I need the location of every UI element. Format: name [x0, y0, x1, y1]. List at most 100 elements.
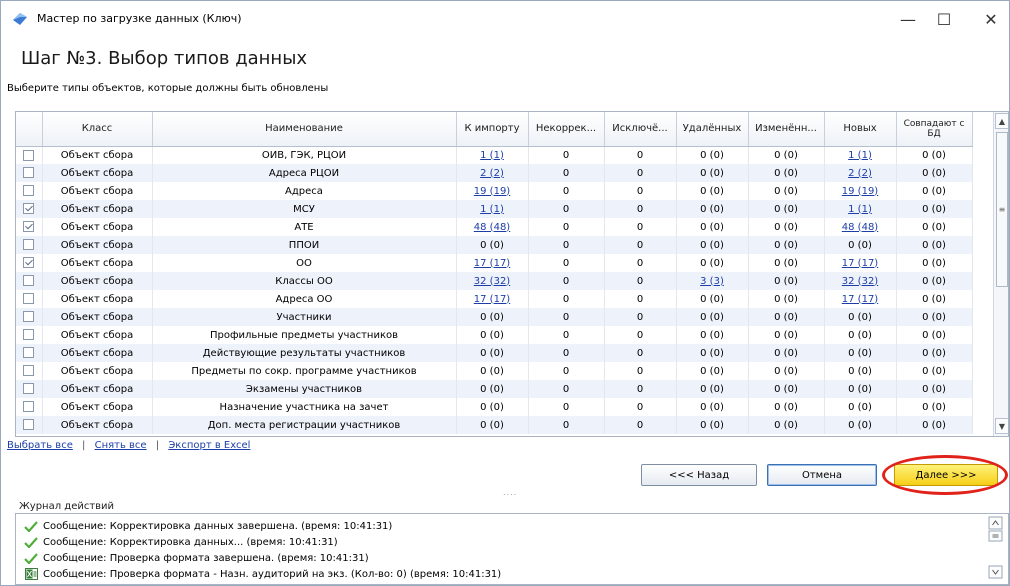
- column-header-match[interactable]: Совпадают с БД: [896, 112, 973, 147]
- cell-new[interactable]: 19 (19): [824, 182, 897, 200]
- cell-import-link[interactable]: 1 (1): [480, 204, 504, 215]
- row-checkbox-cell[interactable]: [16, 344, 43, 362]
- scroll-up-icon[interactable]: ▲: [995, 113, 1008, 129]
- cell-import[interactable]: 32 (32): [456, 272, 529, 290]
- cell-new[interactable]: 17 (17): [824, 254, 897, 272]
- row-checkbox-cell[interactable]: [16, 362, 43, 380]
- cell-import-link[interactable]: 48 (48): [474, 222, 510, 233]
- cell-import[interactable]: 48 (48): [456, 218, 529, 236]
- cell-new[interactable]: 2 (2): [824, 164, 897, 182]
- panel-splitter[interactable]: ....: [503, 488, 517, 497]
- row-checkbox-cell[interactable]: [16, 272, 43, 290]
- row-checkbox[interactable]: [23, 239, 35, 251]
- cell-new[interactable]: 32 (32): [824, 272, 897, 290]
- cell-new[interactable]: 1 (1): [824, 200, 897, 218]
- cell-new-link[interactable]: 2 (2): [848, 168, 872, 179]
- row-checkbox[interactable]: [23, 365, 35, 377]
- cell-import[interactable]: 1 (1): [456, 200, 529, 218]
- column-header-name[interactable]: Наименование: [152, 112, 457, 147]
- cell-deleted-link[interactable]: 3 (3): [700, 276, 724, 287]
- row-checkbox[interactable]: [23, 167, 35, 179]
- cell-deleted[interactable]: 3 (3): [676, 272, 749, 290]
- cell-new-link[interactable]: 1 (1): [848, 204, 872, 215]
- column-header-import[interactable]: К импорту: [456, 112, 529, 147]
- row-checkbox[interactable]: [23, 257, 35, 269]
- row-checkbox-cell[interactable]: [16, 218, 43, 236]
- cell-new-link[interactable]: 48 (48): [842, 222, 878, 233]
- row-checkbox[interactable]: [23, 275, 35, 287]
- column-header-class[interactable]: Класс: [42, 112, 153, 147]
- row-checkbox[interactable]: [23, 221, 35, 233]
- table-row[interactable]: Объект сбора Назначение участника на заче…: [16, 398, 973, 416]
- row-checkbox[interactable]: [23, 401, 35, 413]
- cell-new-link[interactable]: 19 (19): [842, 186, 878, 197]
- row-checkbox[interactable]: [23, 329, 35, 341]
- cell-import-link[interactable]: 17 (17): [474, 258, 510, 269]
- row-checkbox[interactable]: [23, 293, 35, 305]
- table-row[interactable]: Объект сбора ОИВ, ГЭК, РЦОИ 1 (1) 0 0 0 (0) 0 …: [16, 146, 973, 164]
- table-row[interactable]: Объект сбора Действующие результаты участ…: [16, 344, 973, 362]
- cell-import[interactable]: 17 (17): [456, 290, 529, 308]
- row-checkbox[interactable]: [23, 347, 35, 359]
- table-row[interactable]: Объект сбора Участники 0 (0) 0 0 0 (0) 0 (0) 0 …: [16, 308, 973, 326]
- cell-import[interactable]: 19 (19): [456, 182, 529, 200]
- column-header-changed[interactable]: Изменённ...: [748, 112, 825, 147]
- column-header-new[interactable]: Новых: [824, 112, 897, 147]
- cell-new-link[interactable]: 32 (32): [842, 276, 878, 287]
- table-row[interactable]: Объект сбора Профильные предметы участник…: [16, 326, 973, 344]
- row-checkbox[interactable]: [23, 149, 35, 161]
- table-row[interactable]: Объект сбора АТЕ 48 (48) 0 0 0 (0) 0 (0) 48 (48…: [16, 218, 973, 236]
- column-header-incorrect[interactable]: Некоррек...: [528, 112, 605, 147]
- row-checkbox-cell[interactable]: [16, 200, 43, 218]
- export-excel-link[interactable]: Экспорт в Excel: [168, 440, 250, 451]
- back-button[interactable]: <<< Назад: [641, 464, 757, 486]
- column-header-select[interactable]: [16, 112, 43, 147]
- deselect-all-link[interactable]: Снять все: [95, 440, 147, 451]
- table-row[interactable]: Объект сбора МСУ 1 (1) 0 0 0 (0) 0 (0) 1 (1) 0 (…: [16, 200, 973, 218]
- cell-new[interactable]: 1 (1): [824, 146, 897, 164]
- scroll-down-icon[interactable]: ▼: [995, 418, 1008, 434]
- cell-new-link[interactable]: 17 (17): [842, 294, 878, 305]
- cell-import-link[interactable]: 19 (19): [474, 186, 510, 197]
- row-checkbox-cell[interactable]: [16, 416, 43, 434]
- cell-import[interactable]: 17 (17): [456, 254, 529, 272]
- close-button[interactable]: ✕: [973, 7, 1009, 31]
- row-checkbox-cell[interactable]: [16, 326, 43, 344]
- minimize-button[interactable]: —: [890, 7, 926, 31]
- row-checkbox-cell[interactable]: [16, 164, 43, 182]
- row-checkbox-cell[interactable]: [16, 380, 43, 398]
- row-checkbox[interactable]: [23, 383, 35, 395]
- cell-new[interactable]: 48 (48): [824, 218, 897, 236]
- table-row[interactable]: Объект сбора Доп. места регистрации участ…: [16, 416, 973, 434]
- cell-import[interactable]: 2 (2): [456, 164, 529, 182]
- row-checkbox-cell[interactable]: [16, 236, 43, 254]
- row-checkbox[interactable]: [23, 419, 35, 431]
- row-checkbox-cell[interactable]: [16, 308, 43, 326]
- row-checkbox[interactable]: [23, 203, 35, 215]
- log-scrollbar[interactable]: [988, 516, 1004, 582]
- row-checkbox-cell[interactable]: [16, 254, 43, 272]
- row-checkbox-cell[interactable]: [16, 182, 43, 200]
- table-row[interactable]: Объект сбора ОО 17 (17) 0 0 0 (0) 0 (0) 17 (17)…: [16, 254, 973, 272]
- cancel-button[interactable]: Отмена: [767, 464, 877, 486]
- row-checkbox[interactable]: [23, 311, 35, 323]
- scroll-thumb[interactable]: ≡: [996, 132, 1008, 287]
- cell-import[interactable]: 1 (1): [456, 146, 529, 164]
- cell-import-link[interactable]: 17 (17): [474, 294, 510, 305]
- table-row[interactable]: Объект сбора Адреса 19 (19) 0 0 0 (0) 0 (0) 19 …: [16, 182, 973, 200]
- row-checkbox-cell[interactable]: [16, 290, 43, 308]
- table-row[interactable]: Объект сбора Адреса ОО 17 (17) 0 0 0 (0) 0 (0)…: [16, 290, 973, 308]
- select-all-link[interactable]: Выбрать все: [7, 440, 73, 451]
- cell-new-link[interactable]: 1 (1): [848, 150, 872, 161]
- row-checkbox-cell[interactable]: [16, 146, 43, 164]
- table-row[interactable]: Объект сбора ППОИ 0 (0) 0 0 0 (0) 0 (0) 0 (0) 0 …: [16, 236, 973, 254]
- table-row[interactable]: Объект сбора Предметы по сокр. программе …: [16, 362, 973, 380]
- table-row[interactable]: Объект сбора Экзамены участников 0 (0) 0 0 0 …: [16, 380, 973, 398]
- row-checkbox[interactable]: [23, 185, 35, 197]
- table-row[interactable]: Объект сбора Классы ОО 32 (32) 0 0 3 (3) 0 (0)…: [16, 272, 973, 290]
- cell-import-link[interactable]: 2 (2): [480, 168, 504, 179]
- cell-new-link[interactable]: 17 (17): [842, 258, 878, 269]
- table-row[interactable]: Объект сбора Адреса РЦОИ 2 (2) 0 0 0 (0) 0 (0)…: [16, 164, 973, 182]
- cell-import-link[interactable]: 1 (1): [480, 150, 504, 161]
- grid-vertical-scrollbar[interactable]: ▲ ≡ ▼: [993, 112, 1008, 436]
